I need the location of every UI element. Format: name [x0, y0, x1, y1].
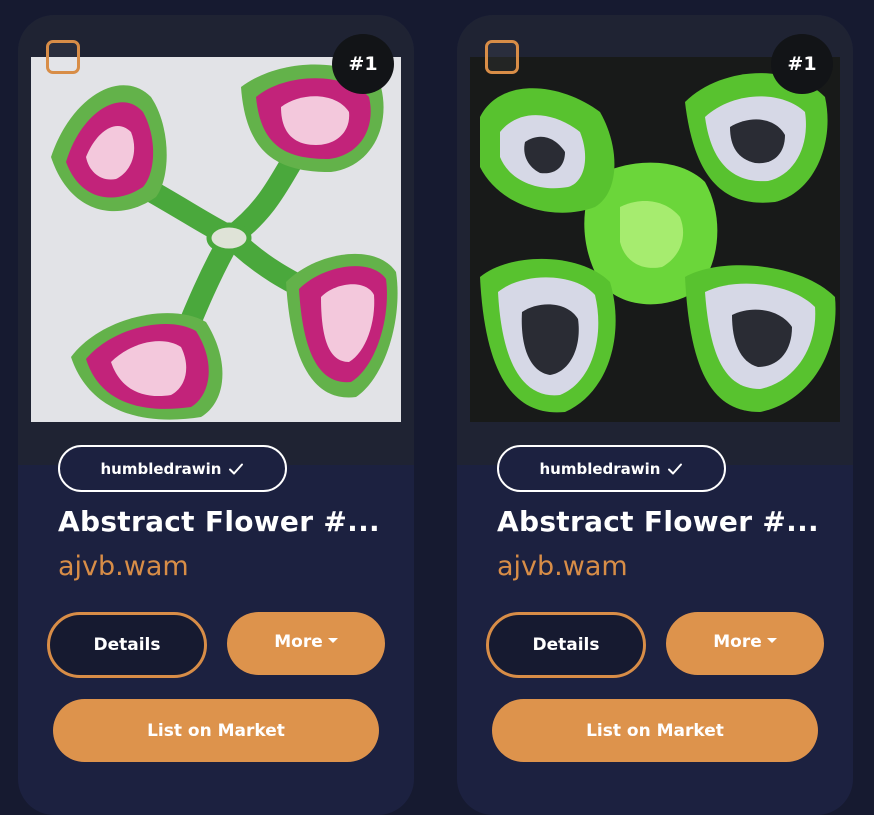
more-dropdown-button[interactable]: More: [666, 612, 824, 675]
card-media: #1: [18, 15, 414, 465]
collection-link[interactable]: ajvb.wam: [58, 551, 189, 582]
rank-badge: #1: [771, 34, 833, 94]
creator-name: humbledrawin: [539, 459, 661, 478]
nft-card: #1 humbledrawin Abstract Flower #... ajv…: [457, 15, 853, 815]
nft-artwork[interactable]: [470, 57, 840, 422]
more-label: More: [713, 631, 762, 652]
creator-badge[interactable]: humbledrawin: [58, 445, 287, 492]
list-on-market-button[interactable]: List on Market: [53, 699, 379, 762]
details-button[interactable]: Details: [47, 612, 207, 678]
more-dropdown-button[interactable]: More: [227, 612, 385, 675]
rank-badge: #1: [332, 34, 394, 94]
verified-check-icon: [229, 463, 244, 474]
details-button[interactable]: Details: [486, 612, 646, 678]
card-title: Abstract Flower #...: [58, 505, 380, 538]
card-title: Abstract Flower #...: [497, 505, 819, 538]
creator-name: humbledrawin: [100, 459, 222, 478]
list-on-market-button[interactable]: List on Market: [492, 699, 818, 762]
nft-card: #1 humbledrawin Abstract Flower #... ajv…: [18, 15, 414, 815]
caret-down-icon: [766, 638, 777, 643]
abstract-flower-green-image: [470, 57, 840, 422]
creator-badge[interactable]: humbledrawin: [497, 445, 726, 492]
card-media: #1: [457, 15, 853, 465]
nft-artwork[interactable]: [31, 57, 401, 422]
more-label: More: [274, 631, 323, 652]
select-checkbox[interactable]: [485, 40, 519, 74]
caret-down-icon: [327, 638, 338, 643]
collection-link[interactable]: ajvb.wam: [497, 551, 628, 582]
select-checkbox[interactable]: [46, 40, 80, 74]
verified-check-icon: [668, 463, 683, 474]
abstract-flower-pink-image: [31, 57, 401, 422]
